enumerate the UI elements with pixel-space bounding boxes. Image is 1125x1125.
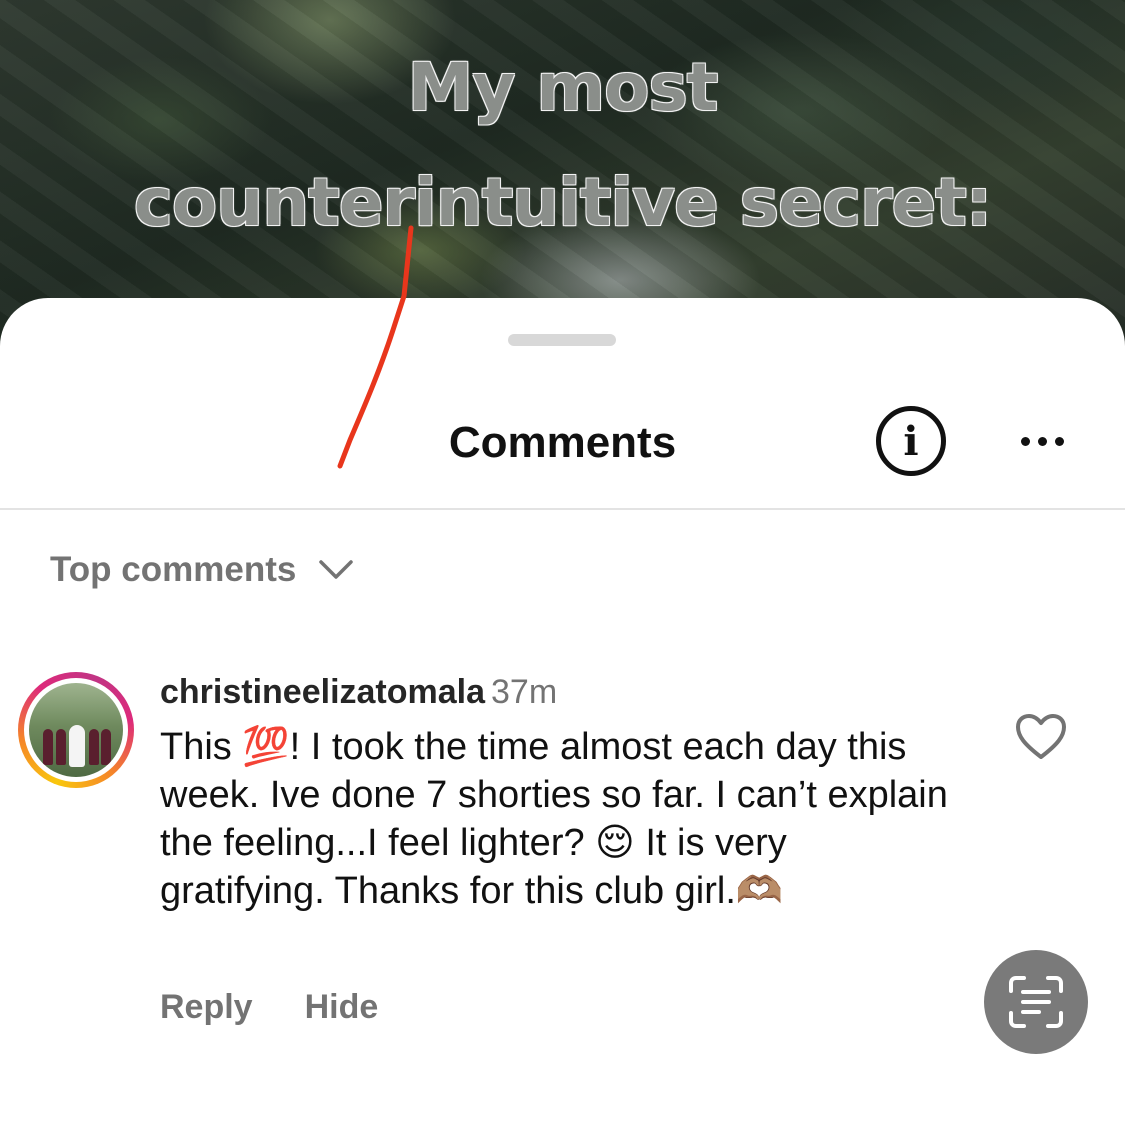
- comment-text: This 💯! I took the time almost each day …: [160, 726, 948, 912]
- text-scan-glyph: [1009, 976, 1063, 1028]
- avatar[interactable]: [18, 672, 134, 788]
- hide-button[interactable]: Hide: [305, 988, 379, 1027]
- comment-username[interactable]: christineelizatomala: [160, 673, 485, 711]
- video-title-line-1: My most: [407, 49, 719, 126]
- comment-timestamp: 37m: [491, 673, 558, 711]
- info-icon[interactable]: i: [876, 406, 946, 476]
- sort-label: Top comments: [50, 550, 297, 589]
- photo-figure: [101, 729, 111, 765]
- comment-header: christineelizatomala 37m: [160, 672, 557, 712]
- avatar-photo: [29, 683, 123, 777]
- sheet-title: Comments: [448, 418, 677, 467]
- dot: [1020, 436, 1030, 446]
- dot: [1054, 436, 1064, 446]
- photo-figure: [69, 725, 85, 767]
- header-divider: [0, 508, 1125, 510]
- sort-dropdown[interactable]: Top comments: [50, 548, 354, 592]
- heart-icon[interactable]: [1014, 712, 1068, 762]
- photo-figure: [56, 729, 66, 765]
- video-title-line-2: counterintuitive secret:: [133, 164, 992, 241]
- photo-figure: [43, 729, 53, 765]
- comments-sheet: Comments i Top comments christineelizato…: [0, 298, 1125, 1125]
- text-scan-icon[interactable]: [984, 950, 1088, 1054]
- info-icon-glyph: i: [903, 417, 919, 465]
- avatar-border: [24, 678, 128, 782]
- comment-actions: Reply Hide: [160, 988, 378, 1027]
- chevron-down-icon: [319, 560, 354, 579]
- sheet-drag-handle[interactable]: [508, 334, 616, 346]
- dot: [1037, 436, 1047, 446]
- reply-button[interactable]: Reply: [160, 988, 253, 1027]
- photo-figure: [89, 729, 99, 765]
- more-options-icon[interactable]: [1012, 424, 1072, 458]
